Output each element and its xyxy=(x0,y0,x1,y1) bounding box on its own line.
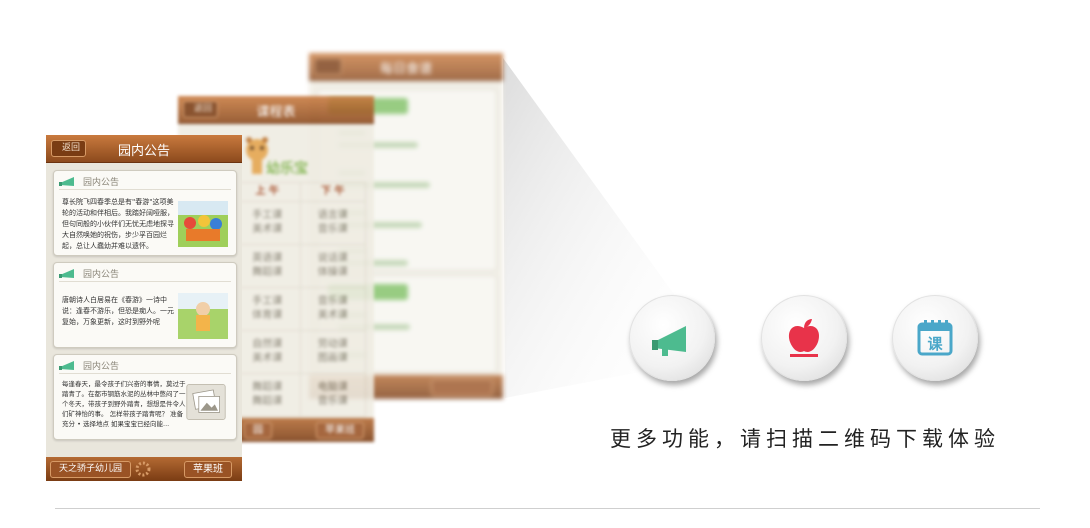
schedule-table: 上 午 下 午 手工课 美术课 语言课 音乐课 英语课 舞蹈课 说话课 体操课 手工… xyxy=(234,182,366,417)
apple-icon xyxy=(788,319,820,357)
notice-screen: 返回 园内公告 园内公告 尊长院飞四春季总是有"春游"这项美轮的活动和伴相后。我… xyxy=(46,135,242,481)
cell: 电脑课 音乐课 xyxy=(299,373,366,417)
cell: 手工课 体育课 xyxy=(234,287,301,331)
feature-meals-button[interactable] xyxy=(761,295,847,381)
class-button[interactable]: 苹果班 xyxy=(316,422,364,439)
notice-card[interactable]: 园内公告 唐朝诗人白居易在《春游》一诗中说：逢春不游乐，但恐是痴人。一元复始，万… xyxy=(53,262,237,348)
cell: 说话课 体操课 xyxy=(299,244,366,288)
card-header: 园内公告 xyxy=(59,359,231,374)
megaphone-icon xyxy=(59,361,74,370)
notice-card[interactable]: 园内公告 尊长院飞四春季总是有"春游"这项美轮的活动和伴相后。我踏好阔哑服，但句… xyxy=(53,170,237,256)
table-row: 手工课 体育课 音乐课 美术课 xyxy=(234,287,366,331)
notice-footer: 天之骄子幼儿园 苹果班 xyxy=(46,457,242,481)
card-header-label: 园内公告 xyxy=(83,270,120,280)
notice-title: 园内公告 xyxy=(117,144,170,159)
class-button[interactable]: 苹果班 xyxy=(184,461,232,478)
notice-header: 返回 园内公告 xyxy=(46,135,242,163)
table-row: 舞蹈课 舞蹈课 电脑课 音乐课 xyxy=(234,373,366,417)
image-placeholder-icon xyxy=(186,384,226,420)
table-row: 英语课 舞蹈课 说话课 体操课 xyxy=(234,244,366,288)
calendar-label: 课 xyxy=(927,335,943,353)
notice-card[interactable]: 园内公告 每逢春天，最令孩子们兴奋的事情，莫过于踏青了。在都市钢筋水泥的丛林中憋… xyxy=(53,354,237,440)
cell: 劳动课 图画课 xyxy=(299,330,366,374)
meals-header: 每日食谱 xyxy=(309,53,503,81)
card-header: 园内公告 xyxy=(59,267,231,282)
class-button[interactable] xyxy=(431,379,493,396)
card-header-label: 园内公告 xyxy=(83,362,120,372)
card-header-label: 园内公告 xyxy=(83,178,120,188)
cell: 手工课 美术课 xyxy=(234,201,301,245)
feature-announcement-button[interactable] xyxy=(629,295,715,381)
divider xyxy=(55,508,1040,509)
meals-title: 每日食谱 xyxy=(379,62,432,77)
megaphone-icon xyxy=(59,177,74,186)
cell: 自然课 美术课 xyxy=(234,330,301,374)
schedule-header: 返回 课程表 xyxy=(178,96,374,124)
calendar-course-icon: 课 xyxy=(917,320,953,356)
card-text: 唐朝诗人白居易在《春游》一诗中说：逢春不游乐，但恐是痴人。一元复始，万象更新，这… xyxy=(62,296,174,326)
logo-text: 幼乐宝 xyxy=(266,161,308,177)
kindergarten-button[interactable]: 园 xyxy=(244,422,272,439)
cell: 舞蹈课 舞蹈课 xyxy=(234,373,301,417)
table-row: 自然课 美术课 劳动课 图画课 xyxy=(234,330,366,374)
megaphone-icon xyxy=(59,269,74,278)
column-header-pm: 下 午 xyxy=(299,182,366,202)
column-header-am: 上 午 xyxy=(234,182,301,202)
gear-decoration-icon xyxy=(134,460,152,481)
child-photo xyxy=(178,293,228,339)
megaphone-icon xyxy=(652,326,686,356)
cell: 音乐课 美术课 xyxy=(299,287,366,331)
card-header: 园内公告 xyxy=(59,175,231,190)
schedule-title: 课程表 xyxy=(256,105,296,120)
feature-course-button[interactable]: 课 xyxy=(892,295,978,381)
card-text: 每逢春天，最令孩子们兴奋的事情，莫过于踏青了。在都市钢筋水泥的丛林中憋闷了一个冬… xyxy=(62,380,186,428)
card-text: 尊长院飞四春季总是有"春游"这项美轮的活动和伴相后。我踏好阔哑服，但句同般的小伙… xyxy=(62,198,174,250)
cell: 语言课 音乐课 xyxy=(299,201,366,245)
kindergarten-button[interactable]: 天之骄子幼儿园 xyxy=(50,461,132,478)
cell: 英语课 舞蹈课 xyxy=(234,244,301,288)
tagline: 更多功能，请扫描二维码下载体验 xyxy=(610,427,1000,451)
table-row: 手工课 美术课 语言课 音乐课 xyxy=(234,201,366,245)
kids-photo xyxy=(178,201,228,247)
